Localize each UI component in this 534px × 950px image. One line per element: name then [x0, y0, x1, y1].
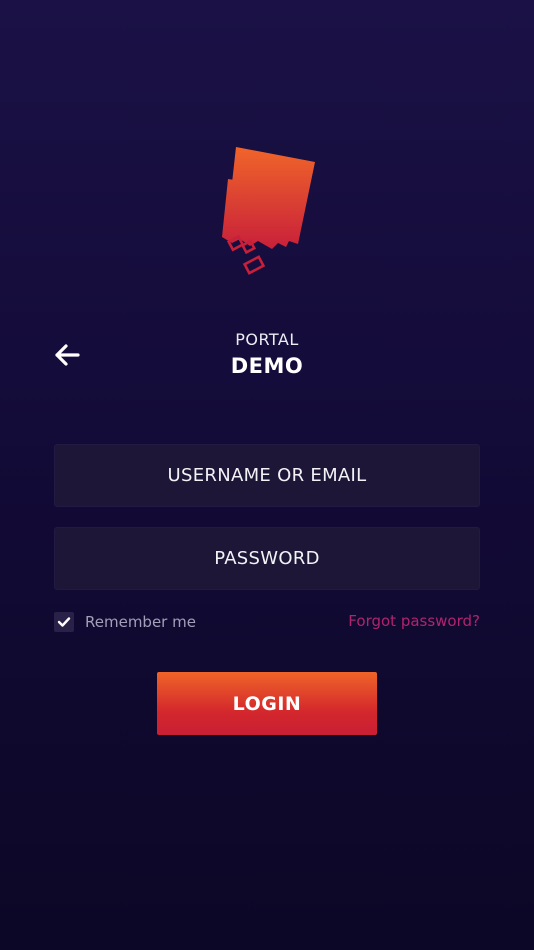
remember-me-checkbox[interactable] — [54, 612, 74, 632]
password-field-container — [54, 527, 480, 590]
remember-me-toggle[interactable]: Remember me — [54, 611, 196, 633]
password-input[interactable] — [55, 528, 479, 589]
portal-label: PORTAL — [235, 330, 299, 349]
login-button[interactable]: LOGIN — [157, 672, 377, 735]
username-field-container — [54, 444, 480, 507]
portal-name: DEMO — [230, 354, 304, 378]
logo-fragment — [240, 239, 257, 255]
login-screen: PORTAL DEMO Remember me Forgot password?… — [0, 0, 534, 950]
logo-fragment — [242, 255, 266, 275]
brand-logo — [222, 147, 315, 275]
logo-tag-shape — [222, 147, 315, 249]
checkmark-icon — [57, 617, 71, 627]
forgot-password-link[interactable]: Forgot password? — [348, 612, 480, 630]
username-input[interactable] — [55, 445, 479, 506]
remember-me-label: Remember me — [85, 613, 196, 631]
